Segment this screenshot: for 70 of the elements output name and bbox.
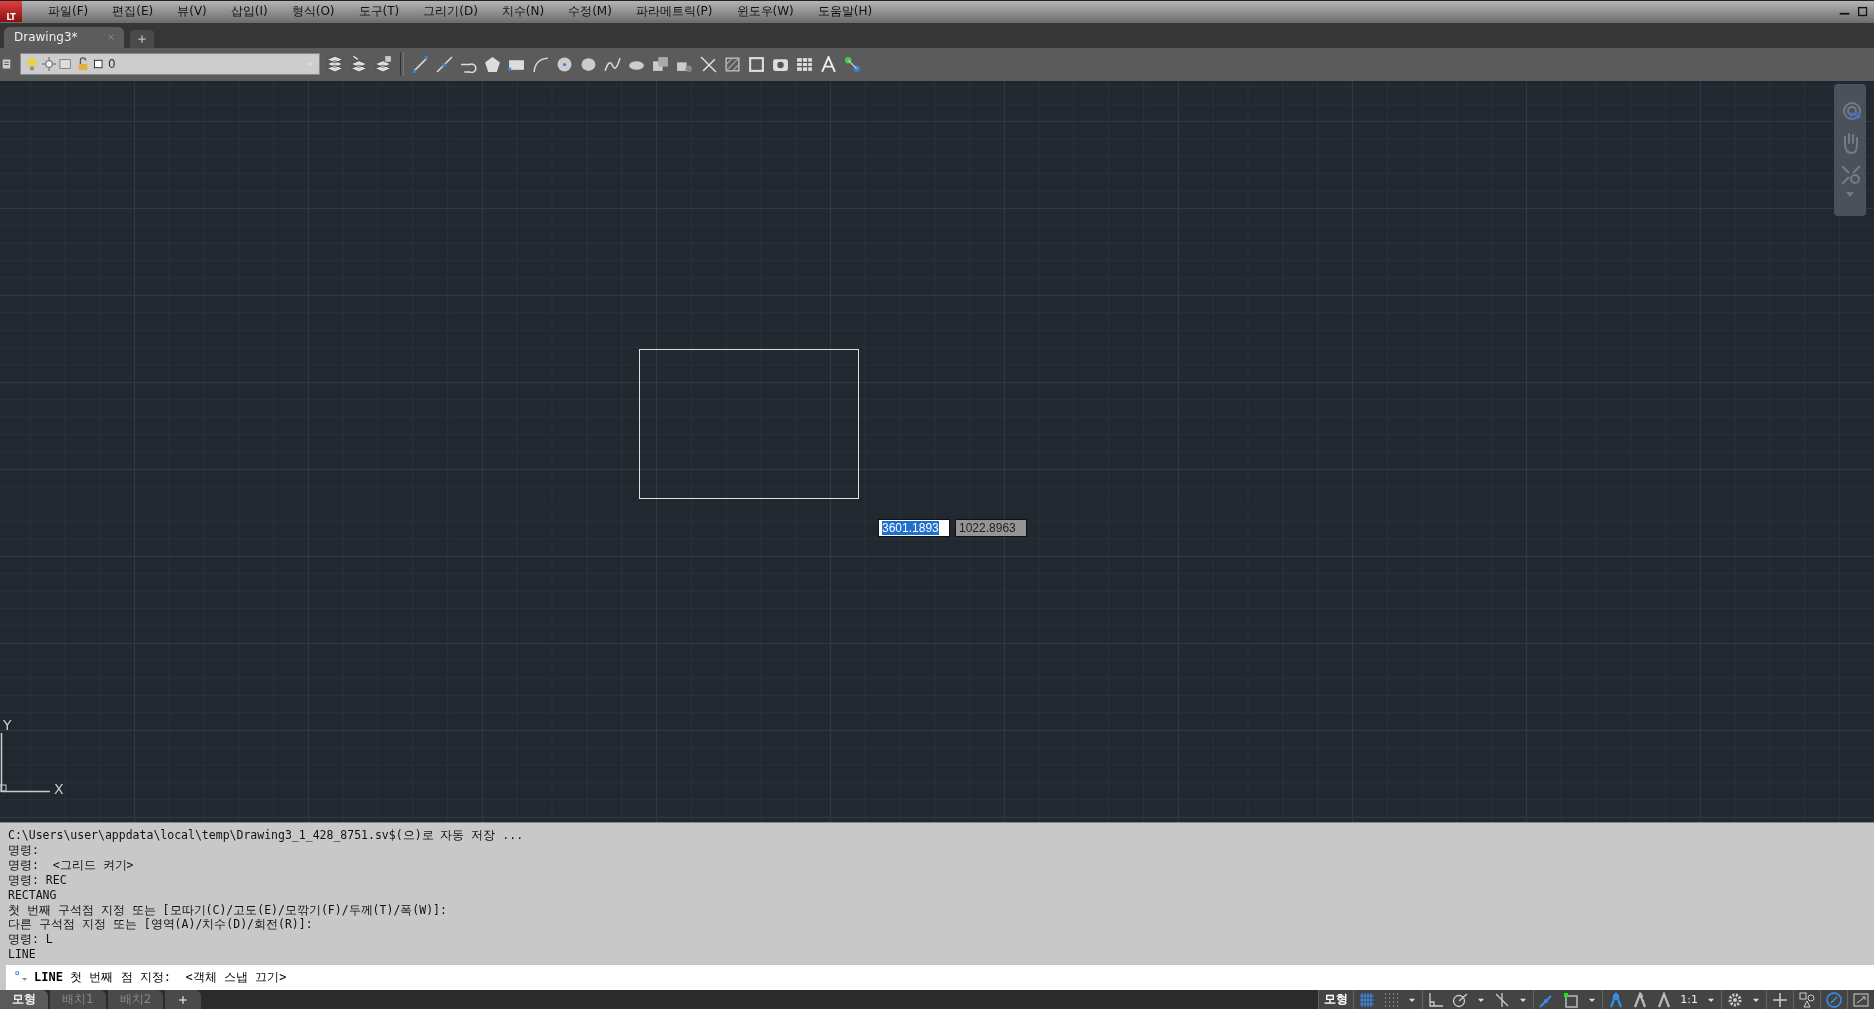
menu-item[interactable]: 형식(O) (279, 3, 347, 21)
menu-item[interactable]: 치수(N) (489, 3, 557, 21)
history-line: 명령: L (8, 932, 54, 948)
circle-icon[interactable] (556, 55, 573, 73)
hatch-icon[interactable] (724, 55, 741, 73)
menu-item[interactable]: 뷰(V) (165, 3, 219, 21)
restore-icon[interactable] (1856, 5, 1870, 19)
polygon-icon[interactable] (484, 55, 501, 73)
add-layout-button[interactable] (165, 990, 202, 1009)
ucs-axes-icon (0, 732, 50, 793)
padlock-icon[interactable] (76, 57, 90, 72)
osnap-icon[interactable] (1563, 991, 1580, 1008)
menu-item[interactable]: 도움말(H) (805, 3, 885, 21)
layer-stack-icon[interactable] (350, 55, 368, 74)
y-axis-label: Y (3, 716, 12, 733)
layer-stack-icon[interactable] (326, 55, 344, 74)
spline-icon[interactable] (604, 55, 621, 73)
polar-icon[interactable] (1452, 991, 1469, 1008)
app-logo[interactable]: LT (0, 1, 22, 23)
new-tab-button[interactable] (130, 29, 154, 48)
arc-icon[interactable] (532, 55, 549, 73)
history-line: 명령: (8, 842, 40, 858)
file-tab[interactable]: Drawing3* (4, 26, 124, 48)
coordinate-field[interactable]: 3601.1893 (878, 518, 950, 537)
layer-name: 0 (108, 57, 117, 72)
history-line: 명령: REC (8, 872, 68, 888)
history-line: 첫 번째 구석점 지정 또는 [모따기(C)/고도(E)/모깎기(F)/두께(T)/폭(W)]: (8, 902, 448, 918)
snap-icon[interactable] (1383, 991, 1400, 1008)
layout-tab[interactable]: 모형 (0, 990, 48, 1009)
annotation-scale[interactable]: 1:1 (1680, 993, 1698, 1006)
insert-block-icon[interactable] (652, 55, 669, 73)
isometric-icon[interactable] (1494, 991, 1511, 1008)
plus-icon[interactable] (1772, 991, 1788, 1008)
region-icon[interactable] (748, 55, 765, 73)
history-line: C:\Users\user\appdata\local\temp\Drawing3_1_428_8751.sv$(으)로 자동 저장 ... (8, 828, 525, 843)
sun-icon[interactable] (42, 57, 56, 72)
steering-wheel-label: 2D (1849, 111, 1862, 121)
clean-screen-icon[interactable] (1853, 991, 1869, 1008)
rectangle-shape[interactable] (639, 348, 859, 499)
menu-item[interactable]: 삽입(I) (218, 3, 280, 21)
plus-icon[interactable] (137, 33, 147, 44)
point-icon[interactable] (844, 55, 861, 73)
menu-item[interactable]: 편집(E) (100, 3, 166, 21)
plus-icon[interactable] (177, 993, 190, 1006)
text-icon[interactable] (820, 55, 837, 73)
menu-item[interactable]: 윈도우(W) (724, 3, 806, 21)
annotation-scale-icon[interactable] (1608, 991, 1625, 1008)
trim-icon[interactable] (700, 55, 717, 73)
history-line: 명령: <그리드 켜기> (8, 857, 135, 873)
table-icon[interactable] (796, 55, 813, 73)
gear-icon[interactable] (1727, 991, 1743, 1008)
drawing-canvas[interactable]: 3601.1893 1022.8963 Y X 2D (0, 80, 1874, 823)
x-axis-label: X (54, 780, 64, 797)
coordinate-field[interactable]: 1022.8963 (955, 518, 1027, 537)
menu-item[interactable]: 파일(F) (36, 3, 101, 21)
menu-item[interactable]: 도구(T) (346, 3, 412, 21)
ortho-icon[interactable] (1428, 991, 1445, 1008)
menu-item[interactable]: 수정(M) (556, 3, 624, 21)
menu-item[interactable]: 파라메트릭(P) (623, 3, 725, 21)
layer-stack-icon[interactable] (374, 55, 392, 74)
history-line: LINE (8, 947, 37, 963)
command-prompt: LINE 첫 번째 점 지정: <객체 스냅 끄기> (34, 969, 287, 987)
history-line: RECTANG (8, 887, 58, 903)
menu-item[interactable]: 그리기(D) (411, 3, 490, 21)
viewport-icon[interactable] (59, 57, 73, 72)
history-line: 다른 구석점 지정 또는 [영역(A)/치수(D)/회전(R)]: (8, 917, 314, 933)
layer-dropdown[interactable]: 0 (20, 53, 320, 76)
xline-icon[interactable] (436, 55, 453, 73)
line-icon[interactable] (412, 55, 429, 73)
isolate-objects-icon[interactable] (1799, 991, 1815, 1008)
